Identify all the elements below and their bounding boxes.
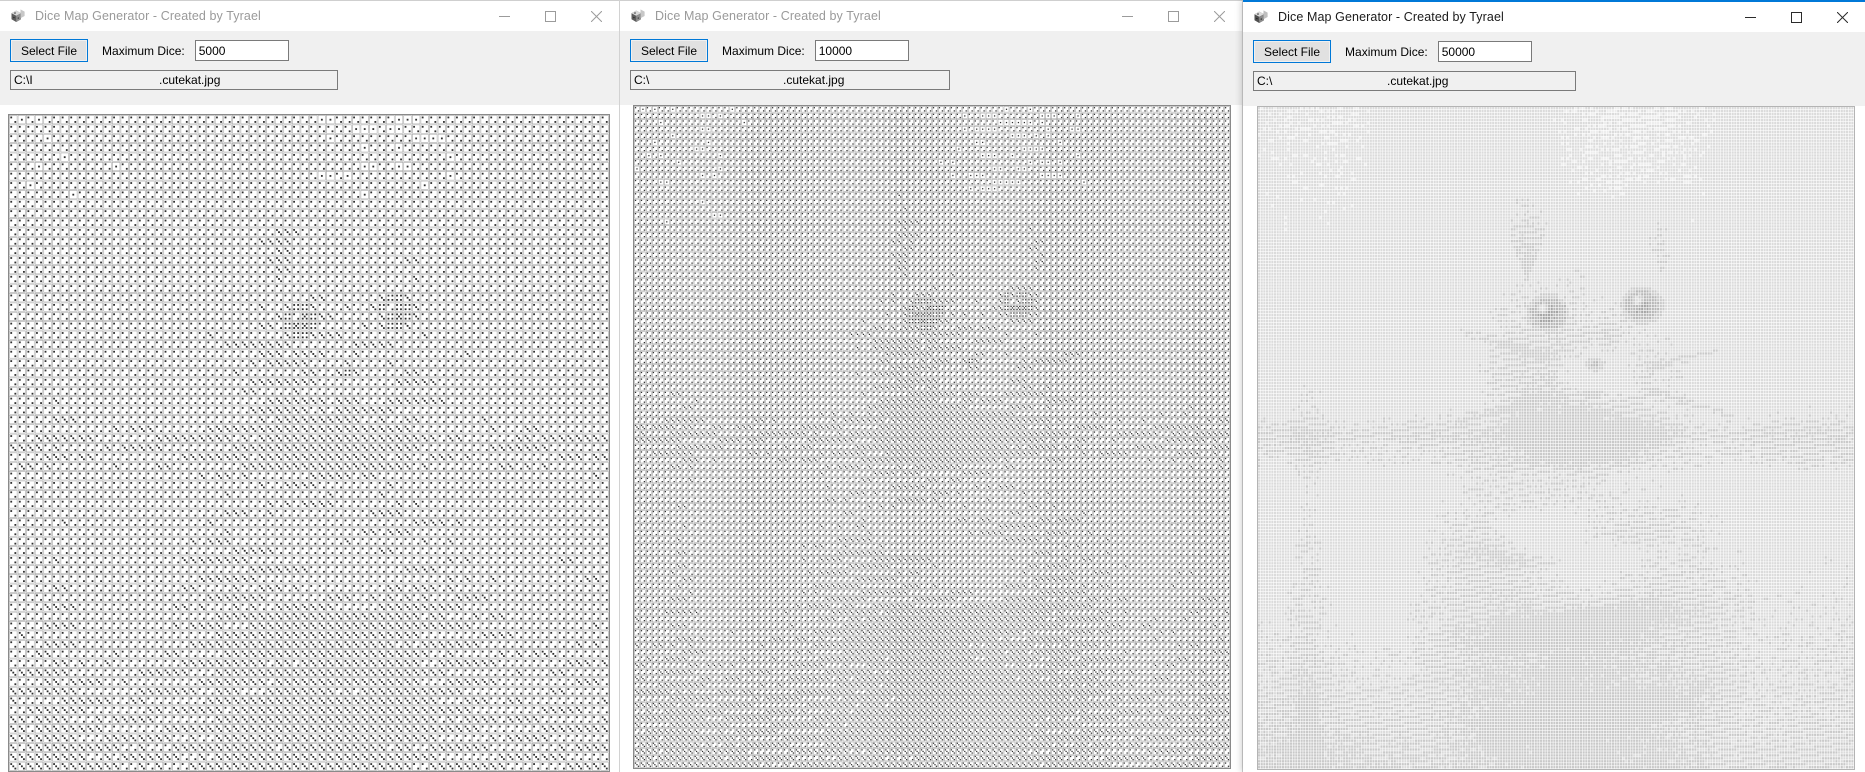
caption-buttons [1727,2,1865,32]
minimize-button[interactable] [1727,2,1773,32]
maximum-dice-input[interactable] [814,40,909,61]
path-row: C:\I .cutekat.jpg [0,62,619,98]
toolbar: Select File Maximum Dice: C:\ .cutekat.j… [620,31,1242,105]
window-title: Dice Map Generator - Created by Tyrael [1278,10,1504,24]
maximum-dice-input[interactable] [1437,41,1532,62]
file-path-field[interactable]: C:\I .cutekat.jpg [10,70,338,90]
toolbar-row: Select File Maximum Dice: [0,39,619,62]
maximize-icon [1790,11,1802,23]
dice-canvas-area [8,114,610,772]
minimize-button[interactable] [1104,1,1150,31]
file-path-prefix: C:\I [14,73,33,87]
app-window-1[interactable]: Dice Map Generator - Created by Tyrael S… [0,0,619,772]
maximum-dice-input[interactable] [194,40,289,61]
toolbar-row: Select File Maximum Dice: [620,39,1242,62]
maximize-button[interactable] [527,1,573,31]
toolbar-row: Select File Maximum Dice: [1243,40,1865,63]
dice-icon [11,9,25,22]
file-path-field[interactable]: C:\ .cutekat.jpg [630,70,950,90]
maximize-icon [1167,10,1179,22]
file-path-prefix: C:\ [634,73,650,87]
dice-icon [1254,10,1268,23]
title-bar[interactable]: Dice Map Generator - Created by Tyrael [0,1,619,31]
path-row: C:\ .cutekat.jpg [1243,63,1865,99]
app-window-2[interactable]: Dice Map Generator - Created by Tyrael S… [620,0,1242,772]
dice-canvas-area [633,105,1231,769]
file-path-prefix: C:\ [1257,74,1273,88]
path-row: C:\ .cutekat.jpg [620,62,1242,98]
window-title: Dice Map Generator - Created by Tyrael [35,9,261,23]
dice-map-canvas[interactable] [633,105,1231,769]
dice-icon [631,9,645,22]
close-icon [1213,10,1225,22]
maximum-dice-label: Maximum Dice: [1345,44,1428,59]
dice-map-canvas[interactable] [8,114,610,772]
toolbar: Select File Maximum Dice: C:\ .cutekat.j… [1243,32,1865,106]
dice-map-canvas[interactable] [1257,106,1855,770]
file-path-filename: .cutekat.jpg [1387,74,1449,88]
file-path-filename: .cutekat.jpg [159,73,221,87]
title-bar[interactable]: Dice Map Generator - Created by Tyrael [1243,2,1865,32]
close-button[interactable] [1819,2,1865,32]
select-file-button[interactable]: Select File [1253,40,1332,63]
minimize-icon [1744,16,1756,18]
caption-buttons [1104,1,1242,31]
caption-buttons [481,1,619,31]
close-icon [590,10,602,22]
maximize-icon [544,10,556,22]
select-file-button[interactable]: Select File [630,39,709,62]
title-bar[interactable]: Dice Map Generator - Created by Tyrael [620,1,1242,31]
close-button[interactable] [573,1,619,31]
maximize-button[interactable] [1150,1,1196,31]
close-icon [1836,11,1848,23]
toolbar: Select File Maximum Dice: C:\I .cutekat.… [0,31,619,105]
minimize-icon [1121,15,1133,17]
maximum-dice-label: Maximum Dice: [722,43,805,58]
select-file-button[interactable]: Select File [10,39,89,62]
window-title: Dice Map Generator - Created by Tyrael [655,9,881,23]
maximize-button[interactable] [1773,2,1819,32]
close-button[interactable] [1196,1,1242,31]
file-path-field[interactable]: C:\ .cutekat.jpg [1253,71,1576,91]
minimize-button[interactable] [481,1,527,31]
maximum-dice-label: Maximum Dice: [102,43,185,58]
dice-canvas-area [1257,106,1855,770]
minimize-icon [498,15,510,17]
file-path-filename: .cutekat.jpg [783,73,845,87]
app-window-3[interactable]: Dice Map Generator - Created by Tyrael S… [1243,0,1865,772]
